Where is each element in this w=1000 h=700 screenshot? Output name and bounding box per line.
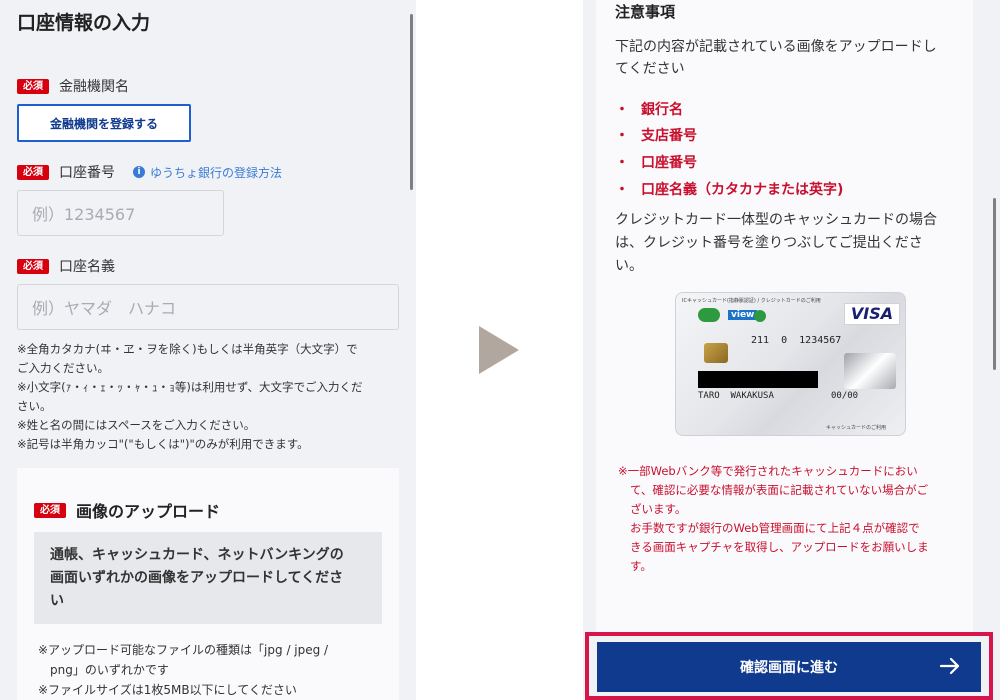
account-name-input[interactable]: 例）ヤマダ ハナコ — [17, 284, 399, 330]
required-badge: 必須 — [17, 164, 49, 180]
upload-title: 必須 画像のアップロード — [34, 498, 220, 522]
bullet-item: ・銀行名 — [615, 102, 683, 118]
redaction-bar — [698, 371, 818, 388]
card-ic-logo — [754, 310, 766, 322]
bullet-item: ・口座番号 — [615, 155, 697, 171]
scrollbar[interactable] — [993, 198, 996, 370]
notice-intro: 下記の内容が記載されている画像をアップロードし てください — [615, 39, 937, 77]
info-icon: i — [133, 166, 145, 178]
card-chip — [704, 343, 728, 363]
account-name-label: 必須 口座名義 — [17, 256, 115, 276]
cta-highlight: 確認画面に進む — [585, 632, 993, 700]
red-notice: ※一部Webバンク等で発行されたキャッシュカードにおい て、確認に必要な情報が表… — [618, 464, 929, 573]
bullet-item: ・支店番号 — [615, 128, 697, 144]
account-number-label: 必須 口座番号 i ゆうちょ銀行の登録方法 — [17, 162, 282, 182]
left-phone-screen: 口座情報の入力 必須 金融機関名 金融機関を登録する 必須 口座番号 i ゆうち… — [0, 0, 416, 700]
upload-section: 必須 画像のアップロード 通帳、キャッシュカード、ネットバンキングの 画面いずれ… — [17, 468, 399, 700]
required-badge: 必須 — [17, 258, 49, 274]
credit-card-note: クレジットカード一体型のキャッシュカードの場合 は、クレジット番号を塗りつぶして… — [615, 212, 937, 274]
proceed-to-confirm-button[interactable]: 確認画面に進む — [597, 642, 981, 692]
scrollbar[interactable] — [410, 14, 413, 190]
bank-field-label: 必須 金融機関名 — [17, 76, 129, 96]
notice-title: 注意事項 — [615, 3, 676, 21]
card-emblem — [844, 353, 896, 389]
card-logo — [698, 308, 720, 322]
bullet-item: ・口座名義（カタカナまたは英字) — [615, 182, 844, 198]
upload-notes: ※アップロード可能なファイルの種類は「jpg / jpeg / png」のいずれ… — [38, 643, 329, 697]
upload-instruction: 通帳、キャッシュカード、ネットバンキングの 画面いずれかの画像をアップロードして… — [34, 532, 382, 624]
required-badge: 必須 — [17, 78, 49, 94]
next-step-arrow-icon — [479, 326, 519, 374]
section-title: 口座情報の入力 — [17, 12, 151, 34]
arrow-right-icon — [939, 657, 960, 675]
required-badge: 必須 — [34, 502, 66, 518]
register-bank-button[interactable]: 金融機関を登録する — [17, 104, 191, 142]
account-number-input[interactable]: 例）1234567 — [17, 190, 224, 236]
account-name-notes: ※全角カタカナ(ヰ・ヱ・ヲを除く)もしくは半角英字（大文字）で ご入力ください。… — [17, 342, 363, 451]
sample-card-image: ICキャッシュカード(指静脈認証) / クレジットカードのご利用 view VI… — [675, 292, 906, 436]
help-link[interactable]: i ゆうちょ銀行の登録方法 — [133, 164, 282, 181]
